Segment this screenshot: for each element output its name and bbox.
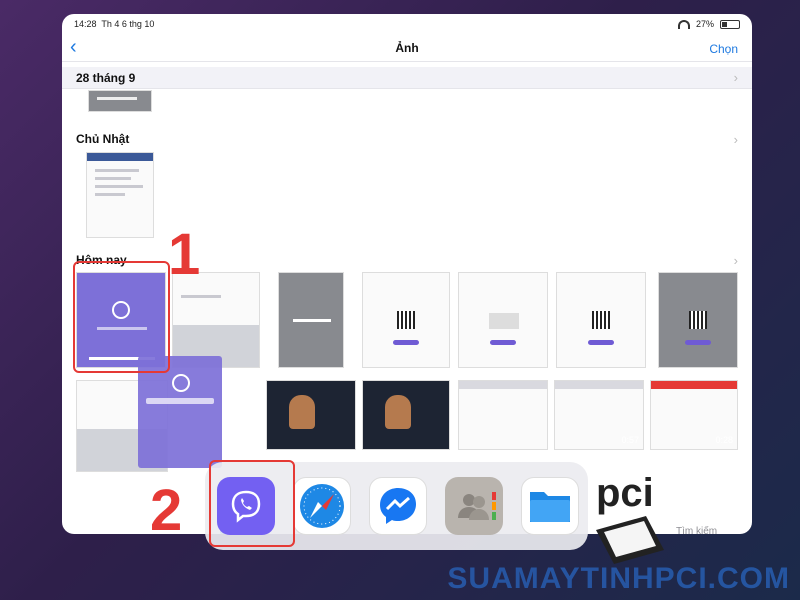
presenter-figure <box>289 395 315 429</box>
chevron-right-icon: › <box>733 252 738 268</box>
safari-compass-icon <box>300 484 344 528</box>
section-title: 28 tháng 9 <box>76 70 136 85</box>
photo-thumbnail[interactable] <box>658 272 738 368</box>
photo-thumbnail[interactable] <box>458 272 548 368</box>
annotation-number-1: 1 <box>168 222 201 287</box>
navigation-bar: ‹ Ảnh Chọn <box>62 34 752 62</box>
status-date: Th 4 6 thg 10 <box>101 19 155 29</box>
folder-icon <box>530 492 570 522</box>
wifi-icon <box>677 19 690 29</box>
thumb-line <box>95 169 139 172</box>
qr-code <box>689 311 707 329</box>
thumb-line <box>95 193 125 196</box>
battery-icon <box>720 19 740 29</box>
photo-thumbnail[interactable] <box>362 272 450 368</box>
status-time: 14:28 <box>74 19 97 29</box>
thumb-header <box>555 381 643 389</box>
back-chevron-icon[interactable]: ‹ <box>70 37 77 57</box>
safari-app-icon[interactable] <box>293 477 351 535</box>
thumb-button <box>490 340 516 345</box>
qr-code <box>592 311 610 329</box>
chevron-right-icon: › <box>733 70 738 85</box>
thumb-button <box>685 340 711 345</box>
files-app-icon[interactable] <box>521 477 579 535</box>
thumb-header <box>87 153 153 161</box>
site-watermark: SUAMAYTINHPCI.COM <box>447 562 790 595</box>
status-right: 27% <box>677 19 740 29</box>
thumb-line <box>97 97 137 100</box>
thumb-header <box>651 381 737 389</box>
photo-thumbnail[interactable] <box>86 152 154 238</box>
battery-percent: 27% <box>695 19 714 29</box>
search-tab-label[interactable]: Tìm kiếm <box>676 526 717 534</box>
chevron-right-icon: › <box>733 131 738 147</box>
annotation-box-1 <box>73 261 170 373</box>
annotation-number-2: 2 <box>150 478 183 543</box>
thumb-header <box>459 381 547 389</box>
thumb-line <box>95 185 143 188</box>
viber-logo-icon <box>172 374 190 392</box>
pci-logo: pci <box>596 471 664 564</box>
video-thumbnail[interactable]: 0:57 <box>554 380 644 450</box>
contacts-people-icon <box>458 492 496 520</box>
section-header-sep-28[interactable]: 28 tháng 9 › <box>62 67 752 89</box>
video-thumbnail[interactable]: 0:28 <box>650 380 738 450</box>
section-header-sunday[interactable]: Chủ Nhật › <box>62 128 752 150</box>
thumb-button <box>588 340 614 345</box>
video-duration: 0:28 <box>715 435 733 445</box>
video-duration: 0:57 <box>621 435 639 445</box>
status-bar: 14:28 Th 4 6 thg 10 27% <box>62 14 752 34</box>
status-time-date: 14:28 Th 4 6 thg 10 <box>74 19 154 29</box>
qr-code <box>397 311 415 329</box>
photo-thumbnail[interactable] <box>278 272 344 368</box>
presenter-figure <box>385 395 411 429</box>
thumb-line <box>293 319 331 322</box>
video-thumbnail[interactable] <box>362 380 450 450</box>
annotation-box-2 <box>209 460 295 547</box>
thumb-line <box>181 295 221 298</box>
svg-text:pci: pci <box>596 471 654 515</box>
section-title: Chủ Nhật <box>76 132 130 146</box>
thumb-button <box>393 340 419 345</box>
messenger-bubble-icon <box>380 488 416 524</box>
page-title: Ảnh <box>395 40 419 55</box>
thumb-illustration <box>489 313 519 329</box>
photo-thumbnail[interactable] <box>88 90 152 112</box>
messenger-app-icon[interactable] <box>369 477 427 535</box>
select-button[interactable]: Chọn <box>709 42 738 56</box>
photo-thumbnail[interactable] <box>556 272 646 368</box>
contacts-app-icon[interactable] <box>445 477 503 535</box>
video-thumbnail[interactable] <box>266 380 356 450</box>
thumb-line <box>95 177 131 180</box>
photo-thumbnail[interactable] <box>458 380 548 450</box>
ghost-text-line <box>146 398 214 404</box>
